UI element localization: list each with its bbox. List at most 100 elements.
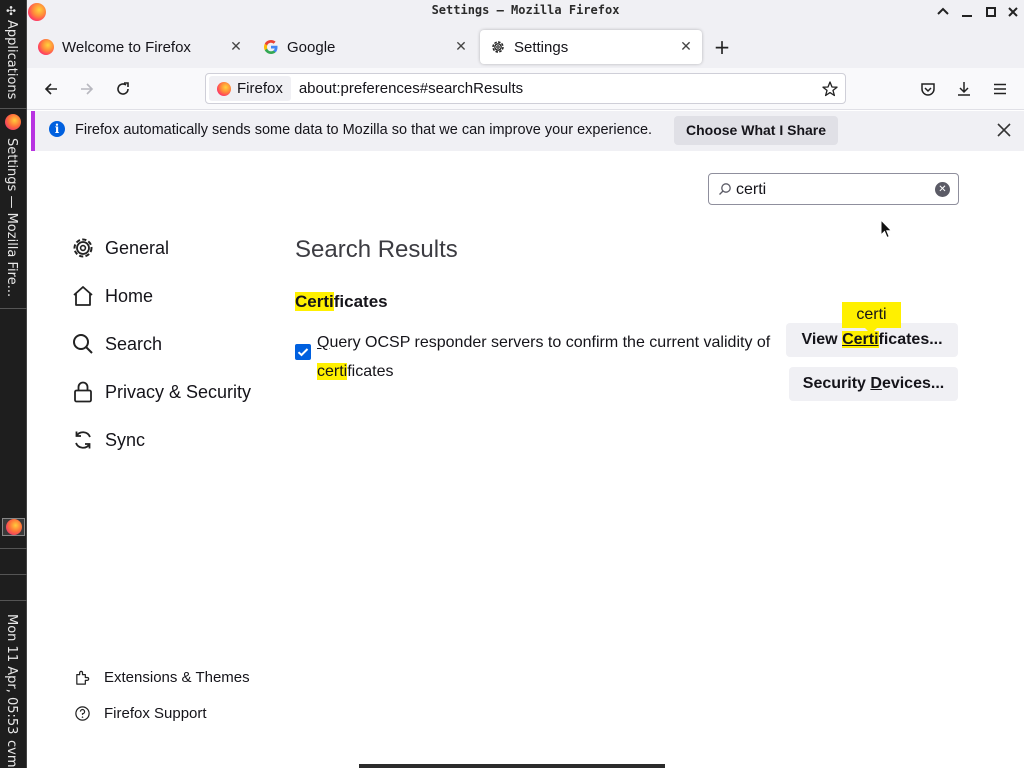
firefox-icon [217,81,231,96]
close-icon[interactable]: ✕ [678,39,694,55]
lock-icon [74,381,92,403]
mouse-cursor-icon [880,219,892,239]
button-text: ficates... [878,331,943,348]
tab-label: Google [287,38,336,56]
home-icon [73,286,93,306]
panel-separator [0,108,27,109]
identity-box[interactable]: Firefox [209,76,291,101]
star-icon[interactable] [821,80,839,98]
ocsp-label-line2: ficates [347,363,394,380]
button-text: View [801,331,843,348]
tab-settings[interactable]: Settings ✕ [480,30,702,64]
panel-clock[interactable]: Mon 11 Apr, 05:53 [4,614,19,734]
sidebar-item-search[interactable]: Search [71,329,162,359]
search-icon [719,183,731,195]
help-icon [75,706,90,721]
google-icon [264,40,278,54]
panel-task-firefox[interactable] [2,518,25,536]
info-icon: i [49,121,65,137]
arrow-left-icon [44,83,57,95]
close-icon[interactable] [995,121,1013,139]
applications-menu[interactable]: Applications [4,20,19,99]
desktop-panel: ✣ Applications Settings — Mozilla Fire..… [0,0,27,768]
firefox-icon [6,519,22,535]
tab-strip: Welcome to Firefox ✕ Google ✕ Settings ✕… [27,24,1024,68]
panel-window-button[interactable]: Settings — Mozilla Fire... [4,138,19,297]
puzzle-icon [76,670,90,685]
chevron-up-icon[interactable] [934,3,952,21]
arrow-right-icon [81,83,94,95]
identity-label: Firefox [237,80,283,97]
button-text: evices... [881,375,945,392]
footer-link-label: Firefox Support [104,705,207,722]
notification-text: Firefox automatically sends some data to… [75,122,653,138]
pocket-icon [921,83,935,96]
hamburger-menu-icon [994,83,1006,95]
checkmark-icon [297,348,309,357]
search-input-value[interactable]: certi [736,181,766,199]
panel-separator [0,574,27,575]
sidebar-item-label: General [105,237,170,258]
apps-menu-icon[interactable]: ✣ [4,4,18,18]
search-icon [73,334,93,354]
download-icon [958,82,970,96]
minimize-icon[interactable] [958,3,976,21]
tab-label: Settings [514,38,569,56]
sidebar-item-home[interactable]: Home [71,281,153,311]
gear-icon [492,41,504,53]
window-titlebar: Settings — Mozilla Firefox [27,0,1024,24]
back-button[interactable] [40,78,62,100]
search-highlight: Certi [295,292,334,311]
ocsp-label-line1: uery OCSP responder servers to confirm t… [329,334,771,351]
accesskey-letter: Q [317,334,330,351]
downloads-button[interactable] [953,78,975,100]
sync-icon [75,431,91,449]
clear-search-icon[interactable]: ✕ [935,182,950,197]
close-icon[interactable] [1004,3,1022,21]
maximize-icon[interactable] [982,3,1000,21]
gear-icon [73,238,93,258]
sidebar-item-sync[interactable]: Sync [71,425,145,455]
pocket-button[interactable] [917,78,939,100]
preferences-content: certi ✕ General Home Search Privacy & Se… [28,152,1024,768]
navigation-toolbar: Firefox about:preferences#searchResults [27,68,1024,110]
extensions-themes-link[interactable]: Extensions & Themes [74,669,250,686]
reload-button[interactable] [112,78,134,100]
window-title: Settings — Mozilla Firefox [431,3,620,17]
close-icon[interactable]: ✕ [453,39,469,55]
panel-user[interactable]: cvm [4,740,19,768]
close-icon[interactable]: ✕ [228,39,244,55]
security-devices-button[interactable]: Security Devices... [789,367,958,401]
ocsp-checkbox[interactable] [295,344,311,360]
forward-button[interactable] [76,78,98,100]
certificates-heading: Certificates [295,292,388,312]
footer-link-label: Extensions & Themes [104,669,250,686]
notification-bar: i Firefox automatically sends some data … [31,111,1024,151]
panel-separator [0,308,27,309]
search-highlight: certi [317,363,348,380]
firefox-support-link[interactable]: Firefox Support [74,705,207,722]
choose-what-i-share-button[interactable]: Choose What I Share [674,116,839,145]
url-bar[interactable]: Firefox about:preferences#searchResults [205,73,846,104]
sidebar-item-privacy-security[interactable]: Privacy & Security [71,377,251,407]
url-text[interactable]: about:preferences#searchResults [299,80,523,97]
sidebar-item-label: Privacy & Security [105,381,252,402]
button-text: Security [802,375,871,392]
tab-welcome[interactable]: Welcome to Firefox ✕ [28,30,252,64]
sidebar-item-label: Home [105,285,154,306]
ocsp-checkbox-label[interactable]: Query OCSP responder servers to confirm … [317,328,787,386]
accesskey-letter: D [870,375,882,392]
panel-separator [0,548,27,549]
reload-icon [117,82,129,95]
new-tab-button[interactable]: + [711,36,733,58]
menu-button[interactable] [989,78,1011,100]
firefox-icon [5,114,21,130]
heading-text: ficates [333,292,388,311]
search-input[interactable]: certi ✕ [708,173,959,205]
search-tooltip: certi [842,302,901,334]
firefox-icon [38,39,54,55]
scrollbar-indicator[interactable] [359,764,665,768]
tab-google[interactable]: Google ✕ [253,30,477,64]
page-title: Search Results [295,236,458,263]
sidebar-item-general[interactable]: General [71,233,169,263]
